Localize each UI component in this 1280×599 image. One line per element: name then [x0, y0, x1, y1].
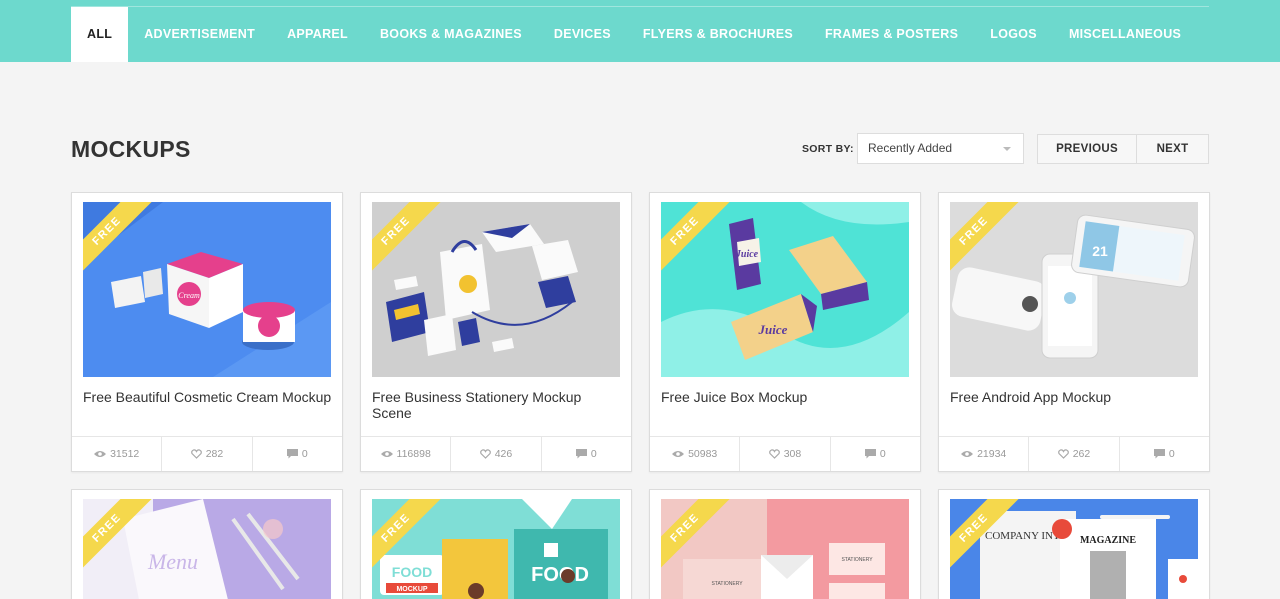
thumb-text: Juice [735, 249, 759, 260]
views-count: 21934 [939, 437, 1028, 471]
page-title: MOCKUPS [71, 136, 191, 162]
comments-value: 0 [301, 448, 308, 460]
mockup-card[interactable]: Menu FREE [71, 489, 343, 599]
thumb-text: Juice [758, 322, 788, 337]
mockup-card[interactable]: COMPANY INTRO MAGAZINE FREE [938, 489, 1210, 599]
thumb-text: MAGAZINE [1080, 535, 1136, 546]
mockup-thumbnail[interactable]: STATIONERY STATIONERY FREE [661, 499, 909, 599]
mockup-thumbnail[interactable]: 21 FREE [950, 202, 1198, 377]
thumb-text: MOCKUP [396, 586, 427, 593]
mockup-card[interactable]: FREE Free Business Stationery Mockup Sce… [360, 192, 632, 472]
likes-value: 262 [1072, 448, 1091, 460]
heart-icon [768, 449, 780, 459]
tab-logos[interactable]: LOGOS [974, 7, 1053, 62]
thumb-text: 21 [1092, 243, 1108, 259]
comments-count[interactable]: 0 [829, 437, 920, 471]
tab-apparel[interactable]: APPAREL [271, 7, 364, 62]
card-title[interactable]: Free Android App Mockup [950, 389, 1200, 405]
comments-count[interactable]: 0 [540, 437, 631, 471]
eye-icon [380, 451, 393, 457]
comments-count[interactable]: 0 [251, 437, 342, 471]
likes-value: 308 [783, 448, 802, 460]
views-value: 21934 [977, 448, 1007, 460]
sort-label: SORT BY: [802, 143, 854, 155]
likes-value: 426 [494, 448, 513, 460]
likes-count[interactable]: 262 [1028, 437, 1118, 471]
thumb-text: FOOD [531, 564, 589, 586]
mockup-card[interactable]: FOOD MOCKUP FOOD FREE [360, 489, 632, 599]
card-title[interactable]: Free Beautiful Cosmetic Cream Mockup [83, 389, 333, 405]
comments-value: 0 [590, 448, 597, 460]
thumb-text: STATIONERY [841, 557, 873, 563]
next-button[interactable]: NEXT [1137, 135, 1208, 163]
card-title[interactable]: Free Juice Box Mockup [661, 389, 911, 405]
card-stats: 50983 308 0 [650, 436, 920, 471]
comment-icon [575, 449, 587, 459]
comments-count[interactable]: 0 [1118, 437, 1209, 471]
tab-miscellaneous[interactable]: MISCELLANEOUS [1053, 7, 1197, 62]
comment-icon [864, 449, 876, 459]
mockup-thumbnail[interactable]: Juice Juice FREE [661, 202, 909, 377]
mockup-card[interactable]: Cream FREE Free Beautiful Cosmetic Cream… [71, 192, 343, 472]
tab-books-magazines[interactable]: BOOKS & MAGAZINES [364, 7, 538, 62]
views-value: 31512 [110, 448, 140, 460]
eye-icon [94, 451, 107, 457]
category-tabs: ALL ADVERTISEMENT APPAREL BOOKS & MAGAZI… [71, 7, 1197, 62]
tab-advertisement[interactable]: ADVERTISEMENT [128, 7, 271, 62]
heart-icon [190, 449, 202, 459]
category-nav-bar: ALL ADVERTISEMENT APPAREL BOOKS & MAGAZI… [0, 0, 1280, 62]
mockup-card[interactable]: STATIONERY STATIONERY FREE [649, 489, 921, 599]
sort-select[interactable]: Recently Added [857, 133, 1024, 164]
comment-icon [1153, 449, 1165, 459]
heart-icon [479, 449, 491, 459]
likes-count[interactable]: 308 [739, 437, 829, 471]
eye-icon [672, 451, 685, 457]
card-stats: 116898 426 0 [361, 436, 631, 471]
previous-button[interactable]: PREVIOUS [1038, 135, 1137, 163]
comments-value: 0 [879, 448, 886, 460]
likes-count[interactable]: 426 [450, 437, 540, 471]
tab-frames-posters[interactable]: FRAMES & POSTERS [809, 7, 974, 62]
tab-all[interactable]: ALL [71, 7, 129, 62]
mockup-thumbnail[interactable]: FREE [372, 202, 620, 377]
heart-icon [1057, 449, 1069, 459]
mockup-thumbnail[interactable]: COMPANY INTRO MAGAZINE FREE [950, 499, 1198, 599]
sort-selected-value: Recently Added [868, 141, 953, 155]
mockup-card[interactable]: 21 FREE Free Android App Mockup 21934 26… [938, 192, 1210, 472]
comment-icon [286, 449, 298, 459]
thumb-text: STATIONERY [711, 581, 743, 587]
thumb-text: Menu [147, 549, 198, 574]
tab-flyers-brochures[interactable]: FLYERS & BROCHURES [627, 7, 809, 62]
mockup-thumbnail[interactable]: Menu FREE [83, 499, 331, 599]
likes-value: 282 [205, 448, 224, 460]
pagination: PREVIOUS NEXT [1037, 134, 1209, 164]
views-value: 116898 [396, 448, 431, 460]
chevron-down-icon [1003, 147, 1011, 151]
views-value: 50983 [688, 448, 718, 460]
eye-icon [961, 451, 974, 457]
views-count: 116898 [361, 437, 450, 471]
tab-devices[interactable]: DEVICES [538, 7, 627, 62]
mockup-thumbnail[interactable]: FOOD MOCKUP FOOD FREE [372, 499, 620, 599]
likes-count[interactable]: 282 [161, 437, 251, 471]
thumb-text: FOOD [392, 564, 432, 580]
thumb-text: Cream [178, 291, 200, 300]
views-count: 31512 [72, 437, 161, 471]
card-stats: 21934 262 0 [939, 436, 1209, 471]
comments-value: 0 [1168, 448, 1175, 460]
mockup-thumbnail[interactable]: Cream FREE [83, 202, 331, 377]
card-title[interactable]: Free Business Stationery Mockup Scene [372, 389, 622, 421]
card-stats: 31512 282 0 [72, 436, 342, 471]
mockup-card[interactable]: Juice Juice FREE Free Juice Box Mockup 5… [649, 192, 921, 472]
views-count: 50983 [650, 437, 739, 471]
